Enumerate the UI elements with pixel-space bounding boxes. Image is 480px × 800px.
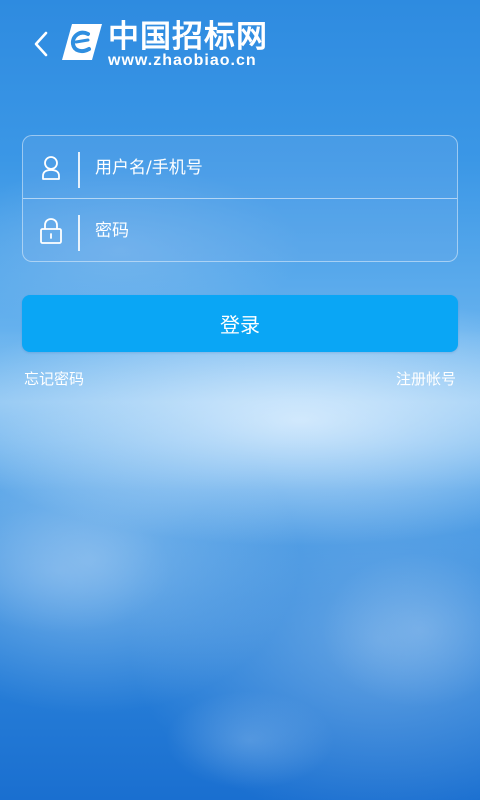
user-icon bbox=[39, 154, 63, 182]
login-form bbox=[22, 135, 458, 262]
forgot-password-link[interactable]: 忘记密码 bbox=[24, 369, 84, 389]
password-input[interactable] bbox=[95, 211, 435, 251]
username-field-row bbox=[23, 136, 457, 199]
header: 中国招标网 www.zhaobiao.cn bbox=[0, 0, 480, 90]
chevron-left-icon bbox=[34, 31, 48, 57]
password-field-row bbox=[23, 199, 457, 262]
logo-mark-icon bbox=[62, 24, 102, 60]
field-separator bbox=[78, 152, 80, 188]
register-link[interactable]: 注册帐号 bbox=[396, 369, 456, 389]
logo-title: 中国招标网 bbox=[108, 19, 268, 55]
login-button[interactable]: 登录 bbox=[22, 295, 458, 352]
back-button[interactable] bbox=[26, 22, 56, 66]
logo: 中国招标网 www.zhaobiao.cn bbox=[58, 18, 298, 74]
logo-url: www.zhaobiao.cn bbox=[108, 52, 257, 69]
lock-icon bbox=[39, 217, 63, 245]
background-earth bbox=[0, 480, 480, 800]
username-input[interactable] bbox=[95, 148, 435, 188]
field-separator bbox=[78, 215, 80, 251]
background bbox=[0, 0, 480, 800]
